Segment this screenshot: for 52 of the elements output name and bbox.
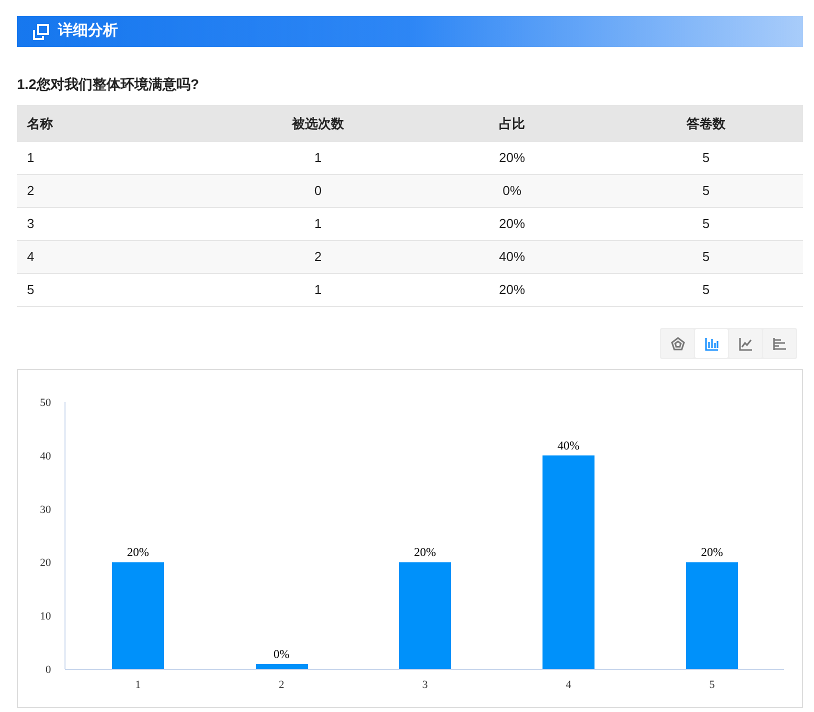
y-tick-label: 40 xyxy=(40,450,51,462)
table-cell-text: 1 xyxy=(313,149,323,168)
table-cell-text: 4 xyxy=(26,248,36,266)
table-cell-text: 0 xyxy=(313,182,323,200)
table-cell-text: 5 xyxy=(26,281,36,300)
value-label: 20% xyxy=(127,545,149,560)
value-label: 20% xyxy=(414,545,436,560)
y-tick-label: 20 xyxy=(40,557,51,570)
table-cell-text: 2 xyxy=(313,248,323,266)
table-cell-text: 5 xyxy=(701,215,711,234)
column-header: 占比 xyxy=(498,114,526,133)
table-cell-text: 1 xyxy=(26,149,36,168)
chart-type-button[interactable] xyxy=(729,329,762,358)
table-cell-text: 0% xyxy=(502,182,522,200)
value-label: 40% xyxy=(558,438,580,452)
table-cell-text: 20% xyxy=(498,215,526,234)
x-tick-label: 3 xyxy=(422,679,428,691)
value-label: 0% xyxy=(274,647,290,661)
y-tick-label: 10 xyxy=(40,610,51,623)
table-cell-text: 20% xyxy=(498,281,526,300)
table-cell-text: 3 xyxy=(26,215,36,234)
y-tick-label: 50 xyxy=(40,397,51,409)
y-tick-label: 0 xyxy=(46,664,51,676)
section-title: 详细分析 xyxy=(58,21,118,42)
table-cell-text: 1 xyxy=(313,281,323,300)
x-tick-label: 2 xyxy=(278,679,284,691)
question-title: 1.2您对我们整体环境满意吗? xyxy=(17,75,200,94)
bar-chart-icon xyxy=(704,336,720,352)
table-cell-text: 5 xyxy=(701,248,711,266)
table-cell-text: 2 xyxy=(26,182,36,200)
copy-icon xyxy=(32,22,50,40)
value-label: 20% xyxy=(701,545,723,560)
table-cell-text: 5 xyxy=(701,281,711,300)
x-tick-label: 4 xyxy=(566,679,572,691)
x-tick-label: 1 xyxy=(135,679,141,691)
zero-value-marker xyxy=(256,664,308,669)
table-cell-text: 1 xyxy=(313,215,323,234)
table-cell-text: 20% xyxy=(498,149,526,168)
chart-type-button[interactable] xyxy=(763,329,796,358)
table-cell-text: 5 xyxy=(701,149,711,168)
column-header: 被选次数 xyxy=(290,114,345,133)
table-cell-text: 5 xyxy=(701,182,711,200)
table-cell-text: 40% xyxy=(498,248,526,266)
chart-type-button[interactable] xyxy=(695,329,728,358)
y-tick-label: 30 xyxy=(40,504,51,516)
chart-type-button[interactable] xyxy=(661,329,694,358)
column-header: 名称 xyxy=(26,114,54,133)
column-header: 答卷数 xyxy=(686,114,726,133)
line-chart-icon xyxy=(738,336,754,352)
pentagon-icon xyxy=(670,336,686,352)
horizontal-bar-icon xyxy=(772,336,788,352)
x-tick-label: 5 xyxy=(709,679,715,691)
